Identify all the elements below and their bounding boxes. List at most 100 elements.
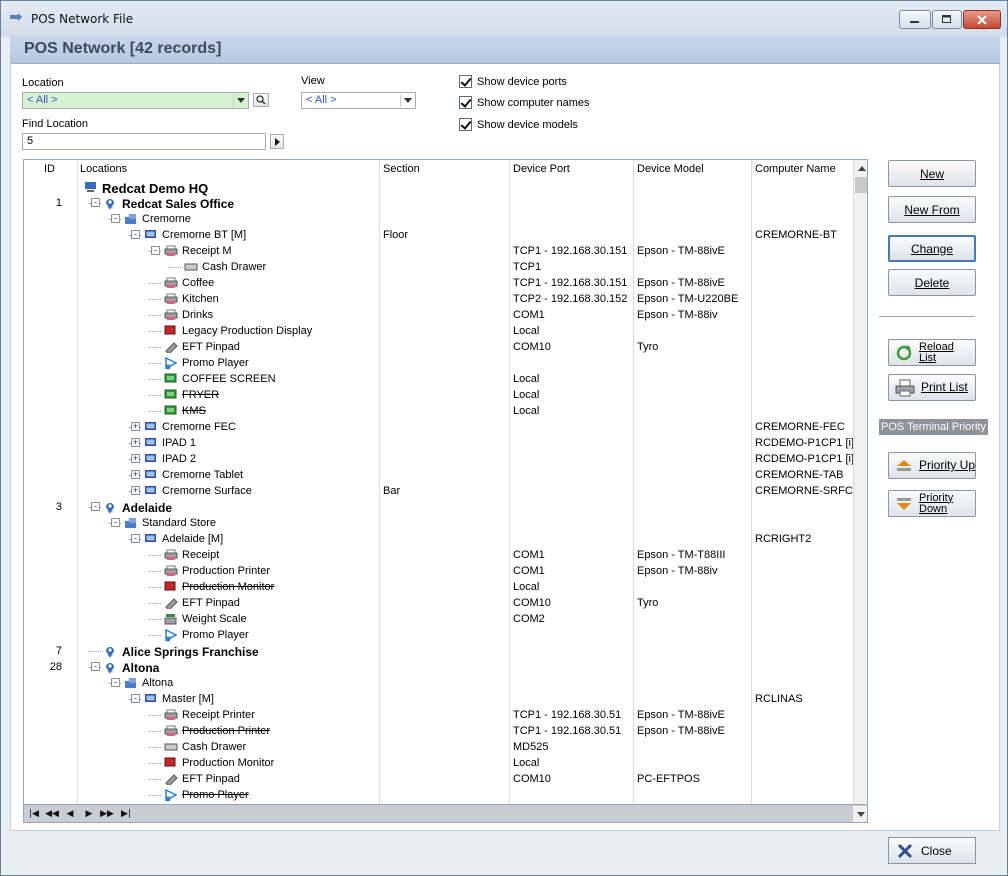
table-row[interactable]: + IPAD 2 RCDEMO-P1CP1 [i] [24, 451, 854, 467]
table-row[interactable]: Kitchen TCP2 - 192.168.30.152 Epson - TM-U… [24, 291, 854, 307]
table-row[interactable]: 3 - Adelaide [24, 499, 854, 515]
column-header-locations[interactable]: Locations [80, 163, 127, 175]
collapse-icon[interactable]: - [91, 198, 100, 207]
table-row[interactable]: 28 - Altona [24, 659, 854, 675]
next-page-icon[interactable]: ▶▶ [99, 807, 115, 821]
table-row[interactable]: 1 - Redcat Sales Office [24, 195, 854, 211]
table-row[interactable]: Legacy Production Display Local [24, 323, 854, 339]
table-row[interactable]: + Cremorne Tablet CREMORNE-TAB [24, 467, 854, 483]
checkbox-checked-icon[interactable] [459, 75, 472, 88]
minimize-button[interactable] [899, 10, 931, 29]
table-row[interactable]: 7 Alice Springs Franchise [24, 643, 854, 659]
previous-page-icon[interactable]: ◀◀ [44, 807, 60, 821]
table-row[interactable]: Coffee TCP1 - 192.168.30.151 Epson - TM-88… [24, 275, 854, 291]
show-device-models-checkbox[interactable]: Show device models [459, 118, 578, 131]
table-row[interactable]: + Cremorne Surface Bar CREMORNE-SRFCE [24, 483, 860, 499]
location-combo[interactable]: < All > [22, 92, 249, 109]
collapse-icon[interactable]: - [131, 694, 140, 703]
expand-icon[interactable]: + [131, 454, 140, 463]
table-row[interactable]: Promo Player [24, 355, 854, 371]
location-search-button[interactable] [253, 93, 269, 107]
priority-up-button[interactable]: Priority Up [888, 452, 976, 479]
collapse-icon[interactable]: - [131, 230, 140, 239]
table-row[interactable]: Cash Drawer TCP1 [24, 259, 854, 275]
table-row[interactable]: Production Monitor Local [24, 579, 854, 595]
collapse-icon[interactable]: - [131, 534, 140, 543]
table-row[interactable]: Receipt COM1 Epson - TM-T88III [24, 547, 854, 563]
checkbox-checked-icon[interactable] [459, 96, 472, 109]
table-row[interactable]: EFT Pinpad COM10 Tyro [24, 339, 854, 355]
scroll-down-icon[interactable] [853, 806, 867, 822]
collapse-icon[interactable]: - [91, 662, 100, 671]
collapse-icon[interactable]: - [111, 678, 120, 687]
window-close-button[interactable] [963, 10, 1001, 29]
find-go-button[interactable] [270, 134, 284, 149]
column-header-id[interactable]: ID [44, 163, 55, 175]
column-header-device-model[interactable]: Device Model [637, 163, 704, 175]
find-location-input[interactable]: 5 [22, 133, 266, 150]
expand-icon[interactable]: + [131, 470, 140, 479]
last-record-icon[interactable]: ▶| [118, 807, 134, 821]
table-row[interactable]: KMS Local [24, 403, 854, 419]
title-bar[interactable]: POS Network File [1, 1, 1007, 37]
new-button[interactable]: New [888, 160, 976, 187]
chevron-down-icon[interactable] [233, 94, 247, 107]
tree-connector [149, 331, 161, 332]
table-row[interactable]: Production Printer COM1 Epson - TM-88iv [24, 563, 854, 579]
expand-icon[interactable]: + [131, 438, 140, 447]
table-row[interactable]: Drinks COM1 Epson - TM-88iv [24, 307, 854, 323]
column-header-device-port[interactable]: Device Port [513, 163, 570, 175]
map-pin-icon [104, 501, 117, 514]
maximize-button[interactable] [932, 10, 962, 29]
checkbox-checked-icon[interactable] [459, 118, 472, 131]
delete-button[interactable]: Delete [888, 269, 976, 296]
network-grid[interactable]: ID Locations Section Device Port Device … [23, 159, 868, 823]
view-combo[interactable]: < All > [301, 92, 416, 109]
table-row[interactable]: - Altona [24, 675, 854, 691]
table-row[interactable]: - Cremorne BT [M] Floor CREMORNE-BT [24, 227, 854, 243]
table-row[interactable]: - Standard Store [24, 515, 854, 531]
collapse-icon[interactable]: - [111, 214, 120, 223]
table-row[interactable]: Promo Player [24, 787, 854, 803]
table-row[interactable]: - Cremorne [24, 211, 854, 227]
reload-list-button[interactable]: Reload List [888, 339, 976, 366]
collapse-icon[interactable]: - [91, 502, 100, 511]
table-row[interactable]: Cash Drawer MD525 [24, 739, 854, 755]
table-row[interactable]: EFT Pinpad COM10 Tyro [24, 595, 854, 611]
column-header-computer-name[interactable]: Computer Name [755, 163, 836, 175]
table-row[interactable]: Redcat Demo HQ [24, 179, 854, 196]
table-row[interactable]: Production Printer TCP1 - 192.168.30.51 Ep… [24, 723, 854, 739]
show-computer-names-checkbox[interactable]: Show computer names [459, 96, 590, 109]
table-row[interactable]: + IPAD 1 RCDEMO-P1CP1 [i] [24, 435, 854, 451]
table-row[interactable]: - Adelaide [M] RCRIGHT2 [24, 531, 854, 547]
first-record-icon[interactable]: |◀ [26, 807, 42, 821]
table-row[interactable]: - Receipt M TCP1 - 192.168.30.151 Epson - T… [24, 243, 854, 259]
print-list-button[interactable]: Print List [888, 374, 976, 401]
vertical-scrollbar[interactable] [853, 160, 867, 804]
expand-icon[interactable]: + [131, 422, 140, 431]
scrollbar-thumb[interactable] [855, 177, 867, 193]
table-row[interactable]: FRYER Local [24, 387, 854, 403]
table-row[interactable]: Production Monitor Local [24, 755, 854, 771]
previous-record-icon[interactable]: ◀ [62, 807, 78, 821]
pos-network-window: POS Network File POS Network [42 records… [0, 0, 1008, 876]
next-record-icon[interactable]: ▶ [81, 807, 97, 821]
table-row[interactable]: Promo Player [24, 627, 854, 643]
chevron-down-icon[interactable] [400, 94, 414, 107]
new-from-button[interactable]: New From [888, 196, 976, 223]
close-button[interactable]: Close [888, 837, 976, 864]
scroll-up-icon[interactable] [854, 160, 867, 176]
show-device-ports-checkbox[interactable]: Show device ports [459, 75, 567, 88]
table-row[interactable]: - Master [M] RCLINAS [24, 691, 854, 707]
expand-icon[interactable]: + [131, 486, 140, 495]
change-button[interactable]: Change [888, 235, 976, 262]
table-row[interactable]: EFT Pinpad COM10 PC-EFTPOS [24, 771, 854, 787]
collapse-icon[interactable]: - [151, 246, 160, 255]
table-row[interactable]: COFFEE SCREEN Local [24, 371, 854, 387]
table-row[interactable]: Receipt Printer TCP1 - 192.168.30.51 Epson… [24, 707, 854, 723]
collapse-icon[interactable]: - [111, 518, 120, 527]
table-row[interactable]: + Cremorne FEC CREMORNE-FEC [24, 419, 854, 435]
priority-down-button[interactable]: Priority Down [888, 490, 976, 517]
column-header-section[interactable]: Section [383, 163, 420, 175]
table-row[interactable]: Weight Scale COM2 [24, 611, 854, 627]
